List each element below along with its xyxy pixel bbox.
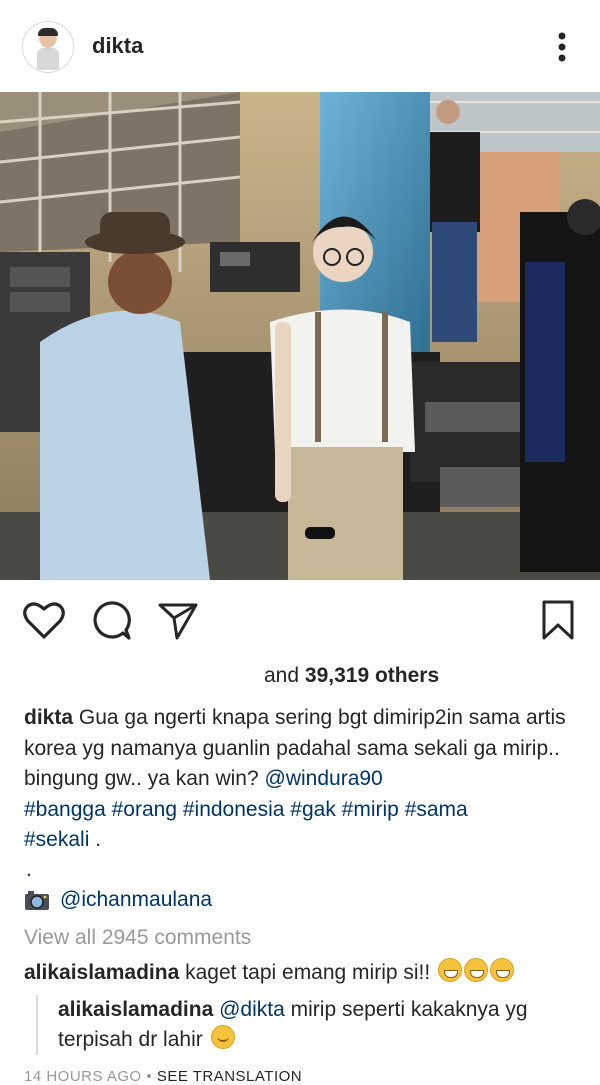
caption-end: . bbox=[95, 828, 102, 851]
likes-prefix: and bbox=[264, 664, 300, 687]
hashtag[interactable]: #sama bbox=[405, 798, 468, 821]
heart-icon[interactable] bbox=[22, 598, 66, 642]
reply-username[interactable]: alikaislamadina bbox=[58, 998, 213, 1021]
laughing-emoji-icon bbox=[464, 958, 489, 982]
see-translation-link[interactable]: SEE TRANSLATION bbox=[157, 1068, 302, 1085]
comment-text: kaget tapi emang mirip si!! bbox=[185, 961, 431, 984]
caption-dot: . bbox=[26, 858, 32, 881]
hashtag[interactable]: #mirip bbox=[342, 798, 399, 821]
smiling-emoji-icon bbox=[210, 1025, 235, 1049]
reply-comment: alikaislamadina @dikta mirip seperti kak… bbox=[36, 995, 598, 1055]
paper-plane-icon[interactable] bbox=[157, 598, 199, 642]
post-username[interactable]: dikta bbox=[92, 33, 143, 59]
caption-mention[interactable]: @windura90 bbox=[265, 767, 383, 790]
post-timestamp: 14 HOURS AGO • SEE TRANSLATION bbox=[24, 1068, 302, 1085]
more-vertical-icon[interactable] bbox=[552, 30, 572, 64]
camera-emoji-icon bbox=[25, 891, 49, 910]
bookmark-icon[interactable] bbox=[540, 598, 576, 642]
hashtag[interactable]: #indonesia bbox=[183, 798, 285, 821]
reply-mention[interactable]: @dikta bbox=[219, 998, 285, 1021]
likes-count[interactable]: and 39,319 others bbox=[264, 664, 439, 688]
caption-username[interactable]: dikta bbox=[24, 706, 73, 729]
hashtag[interactable]: #gak bbox=[290, 798, 336, 821]
post-caption: dikta Gua ga ngerti knapa sering bgt dim… bbox=[24, 703, 580, 856]
hashtag[interactable]: #orang bbox=[112, 798, 177, 821]
credit-mention[interactable]: @ichanmaulana bbox=[60, 888, 212, 912]
post-header: dikta bbox=[0, 0, 600, 92]
comment-username[interactable]: alikaislamadina bbox=[24, 961, 179, 984]
hashtag[interactable]: #bangga bbox=[24, 798, 106, 821]
likes-suffix: others bbox=[374, 664, 440, 687]
likes-number: 39,319 bbox=[304, 664, 370, 687]
photo-credit[interactable]: @ichanmaulana bbox=[24, 888, 212, 912]
laughing-emoji-icon bbox=[438, 958, 463, 982]
separator: • bbox=[146, 1068, 153, 1085]
time-ago: 14 HOURS AGO bbox=[24, 1068, 142, 1085]
comment-bubble-icon[interactable] bbox=[90, 598, 132, 642]
post-photo[interactable] bbox=[0, 92, 600, 580]
post-actions bbox=[0, 590, 600, 650]
laughing-emoji-icon bbox=[490, 958, 515, 982]
comment-item: alikaislamadina kaget tapi emang mirip s… bbox=[24, 958, 515, 985]
view-all-comments-link[interactable]: View all 2945 comments bbox=[24, 926, 251, 950]
avatar[interactable] bbox=[22, 21, 74, 73]
hashtag[interactable]: #sekali bbox=[24, 828, 89, 851]
